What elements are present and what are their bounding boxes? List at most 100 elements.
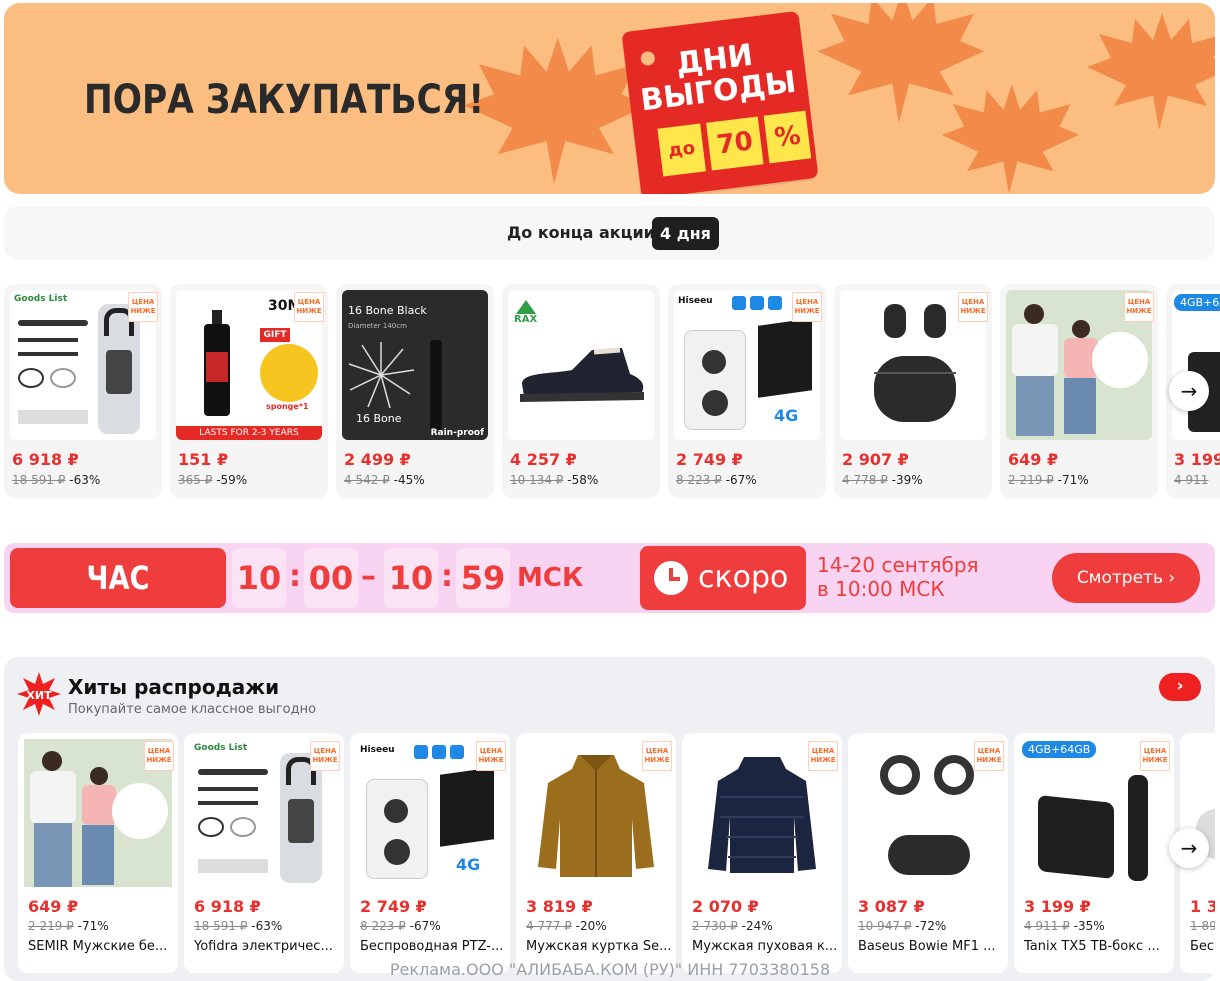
- carousel-next-button[interactable]: →: [1169, 828, 1209, 868]
- product-name[interactable]: Tanix TX5 ТВ-бокс ...: [1024, 939, 1170, 954]
- sale-tag: ДНИ ВЫГОДЫ до 70 %: [621, 10, 819, 194]
- product-card[interactable]: ЦЕНА НИЖЕ 649 ₽ 2 219 ₽ -71% SEMIR Мужск…: [18, 733, 178, 973]
- tag-percent-sign: %: [763, 110, 812, 164]
- maple-leaf-decoration: [941, 84, 1079, 194]
- price-lower-badge: ЦЕНА НИЖЕ: [792, 292, 822, 322]
- product-card[interactable]: ЦЕНА НИЖЕ 3 087 ₽ 10 947 ₽ -72% Baseus B…: [848, 733, 1008, 973]
- product-price: 2 749 ₽: [676, 450, 743, 469]
- product-old-price: 2 219 ₽ -71%: [28, 919, 109, 933]
- advertising-disclaimer: Реклама.ООО "АЛИБАБА.КОМ (РУ)" ИНН 77033…: [389, 960, 831, 979]
- promo-banner[interactable]: ПОРА ЗАКУПАТЬСЯ! ДНИ ВЫГОДЫ до 70 %: [4, 3, 1215, 194]
- product-price: 151 ₽: [178, 450, 229, 469]
- watch-button[interactable]: Смотреть ›: [1052, 553, 1200, 603]
- arrow-right-icon: →: [1180, 836, 1198, 860]
- product-name[interactable]: Мужская пуховая к...: [692, 939, 838, 954]
- product-image: RAX: [508, 290, 654, 440]
- discount-percent: -71%: [77, 919, 109, 933]
- price-lower-badge: ЦЕНА НИЖЕ: [642, 741, 672, 771]
- arrow-right-icon: →: [1180, 379, 1198, 403]
- brand-logo: RAX: [514, 314, 538, 325]
- product-card[interactable]: Hiseeu 4G ЦЕНА НИЖЕ 2 749 ₽ 8 223 ₽ -67%: [668, 284, 826, 498]
- product-old-price: 8 223 ₽ -67%: [360, 919, 441, 933]
- old-price-value: 4 542 ₽: [344, 473, 390, 487]
- image-caption: 16 Bone Black: [348, 304, 427, 317]
- product-price: 1 3: [1190, 897, 1215, 916]
- product-old-price: 4 777 ₽ -20%: [526, 919, 607, 933]
- product-card[interactable]: ЦЕНА НИЖЕ 3 819 ₽ 4 777 ₽ -20% Мужская к…: [516, 733, 676, 973]
- soon-badge: скоро: [640, 546, 806, 610]
- maple-leaf-decoration: [464, 38, 648, 185]
- product-old-price: 18 591 ₽ -63%: [12, 473, 100, 487]
- old-price-value: 4 778 ₽: [842, 473, 888, 487]
- discount-percent: -63%: [251, 919, 283, 933]
- product-old-price: 365 ₽ -59%: [178, 473, 247, 487]
- product-name[interactable]: Baseus Bowie MF1 ...: [858, 939, 1004, 954]
- product-name[interactable]: Мужская куртка Se...: [526, 939, 672, 954]
- image-corner-label: Rain-proof: [430, 428, 484, 438]
- product-name[interactable]: SEMIR Мужские бе...: [28, 939, 174, 954]
- product-card[interactable]: RAX 4 257 ₽ 10 134 ₽ -58%: [502, 284, 660, 498]
- product-price: 6 918 ₽: [194, 897, 261, 916]
- timezone-label: МСК: [517, 563, 584, 593]
- bestsellers-section: ХИТ Хиты распродажи Покупайте самое клас…: [4, 657, 1215, 981]
- carousel-next-button[interactable]: →: [1169, 371, 1209, 411]
- time-colon: :: [441, 559, 453, 594]
- product-card[interactable]: ЦЕНА НИЖЕ 2 070 ₽ 2 730 ₽ -24% Мужская п…: [682, 733, 842, 973]
- product-card[interactable]: 30M GIFT sponge*1 LASTS FOR 2-3 YEARS ЦЕ…: [170, 284, 328, 498]
- product-price: 4 257 ₽: [510, 450, 577, 469]
- discount-percent: -59%: [216, 473, 248, 487]
- clock-icon: [654, 561, 688, 595]
- product-name[interactable]: Бесп: [1190, 939, 1215, 954]
- product-old-price: 8 223 ₽ -67%: [676, 473, 757, 487]
- product-price: 649 ₽: [28, 897, 79, 916]
- price-lower-badge: ЦЕНА НИЖЕ: [1124, 292, 1154, 322]
- promo-countdown: До конца акции 4 дня: [4, 206, 1215, 260]
- discount-percent: -58%: [567, 473, 599, 487]
- price-lower-badge: ЦЕНА НИЖЕ: [1140, 741, 1170, 771]
- discount-percent: -63%: [69, 473, 101, 487]
- maple-leaf-decoration: [1087, 12, 1215, 130]
- discount-percent: -67%: [409, 919, 441, 933]
- product-old-price: 2 219 ₽ -71%: [1008, 473, 1089, 487]
- product-price: 2 499 ₽: [344, 450, 411, 469]
- product-card[interactable]: Goods List ЦЕНА НИЖЕ 6 918 ₽ 18 591 ₽ -6…: [4, 284, 162, 498]
- old-price-value: 18 591 ₽: [194, 919, 248, 933]
- product-old-price: 18 591 ₽ -63%: [194, 919, 282, 933]
- flash-hour-label: ЧАС ВЫГОДЫ: [10, 548, 226, 657]
- discount-percent: -24%: [741, 919, 773, 933]
- product-card[interactable]: ЦЕНА НИЖЕ 2 907 ₽ 4 778 ₽ -39%: [834, 284, 992, 498]
- countdown-label: До конца акции: [507, 223, 655, 242]
- old-price-value: 2 219 ₽: [1008, 473, 1054, 487]
- old-price-value: 365 ₽: [178, 473, 213, 487]
- price-lower-badge: ЦЕНА НИЖЕ: [476, 741, 506, 771]
- product-card[interactable]: Hiseeu 4G ЦЕНА НИЖЕ 2 749 ₽ 8 223 ₽ -67%…: [350, 733, 510, 973]
- product-old-price: 4 542 ₽ -45%: [344, 473, 425, 487]
- product-image: 16 Bone Black Diameter 140cm 16 Bone Rai…: [342, 290, 488, 440]
- old-price-value: 8 223 ₽: [360, 919, 406, 933]
- discount-percent: -72%: [915, 919, 947, 933]
- product-name[interactable]: Yofidra электричес...: [194, 939, 340, 954]
- price-lower-badge: ЦЕНА НИЖЕ: [128, 292, 158, 322]
- discount-percent: -45%: [393, 473, 425, 487]
- section-more-button[interactable]: ›: [1159, 673, 1201, 701]
- product-card[interactable]: Goods List ЦЕНА НИЖЕ 6 918 ₽ 18 591 ₽ -6…: [184, 733, 344, 973]
- product-card[interactable]: ЦЕНА НИЖЕ 649 ₽ 2 219 ₽ -71%: [1000, 284, 1158, 498]
- end-hour: 10: [384, 548, 438, 608]
- product-card[interactable]: 4GB+64GB ЦЕНА НИЖЕ 3 199 ₽ 4 911 ₽ -35% …: [1014, 733, 1174, 973]
- chevron-right-icon: ›: [1176, 676, 1184, 696]
- countdown-days-badge: 4 дня: [652, 217, 719, 250]
- product-price: 2 070 ₽: [692, 897, 759, 916]
- date-range: 14-20 сентября: [817, 553, 979, 577]
- hit-starburst-icon: ХИТ: [17, 672, 61, 716]
- flash-hour-label-text: ЧАС ВЫГОДЫ: [47, 559, 189, 657]
- product-price: 2 749 ₽: [360, 897, 427, 916]
- old-price-value: 1 89: [1190, 919, 1215, 933]
- old-price-value: 8 223 ₽: [676, 473, 722, 487]
- old-price-value: 2 730 ₽: [692, 919, 738, 933]
- flash-hour-banner[interactable]: ЧАС ВЫГОДЫ 10 : 00 – 10 : 59 МСК скоро 1…: [4, 543, 1215, 657]
- tag-percent-value: 70: [705, 116, 764, 171]
- product-name[interactable]: Беспроводная PTZ-...: [360, 939, 506, 954]
- product-card[interactable]: 16 Bone Black Diameter 140cm 16 Bone Rai…: [336, 284, 494, 498]
- product-carousel: Goods List ЦЕНА НИЖЕ 6 918 ₽ 18 591 ₽ -6…: [0, 284, 1220, 500]
- price-lower-badge: ЦЕНА НИЖЕ: [808, 741, 838, 771]
